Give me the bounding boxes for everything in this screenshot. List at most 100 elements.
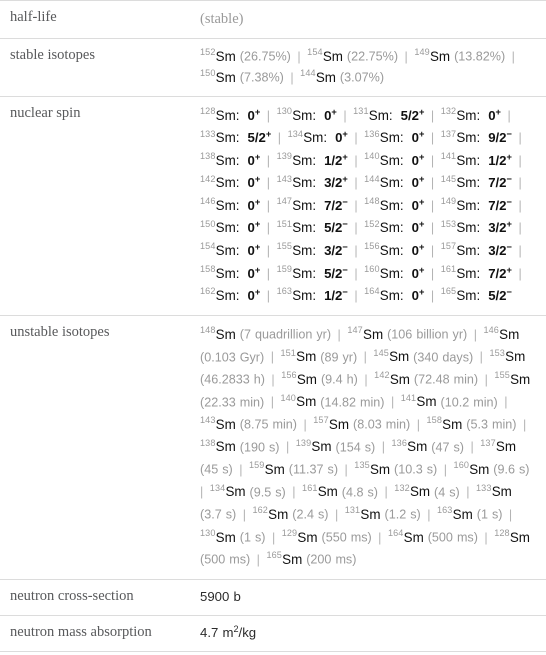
unstable-isotope-item: 138Sm (190 s) [200,438,280,455]
isotope-mass-number: 132 [394,482,410,493]
spin-value: 5/2− [324,219,348,235]
isotope-separator: | [374,530,386,545]
isotope-symbol-group: 155Sm [494,370,530,387]
isotope-symbol-group: 156Sm: [364,241,404,258]
spin-number: 0 [411,197,419,213]
isotope-symbol-group: 151Sm [280,348,316,365]
isotope-symbol-group: 144Sm [300,68,336,85]
isotope-symbol-group: 150Sm: [200,219,240,236]
isotope-separator: | [514,266,522,281]
isotope-separator: | [266,350,278,365]
unstable-isotope-item: 131Sm (1.2 s) [345,505,421,522]
isotope-detail: (7 quadrillion yr) [235,327,332,342]
unstable-isotope-item: 165Sm (200 ms) [266,550,356,567]
isotope-symbol-group: 138Sm [200,438,236,455]
isotope-separator: | [514,153,522,168]
element-symbol: Sm [292,288,313,304]
isotope-symbol-group: 144Sm: [364,174,404,191]
isotope-symbol-group: 132Sm: [441,106,481,123]
table-row-nuclear-spin: nuclear spin 128Sm: 0+ | 130Sm: 0+ | 131… [0,96,546,316]
neutron-mass-absorption-value: 4.7 m2/kg [200,624,256,640]
isotope-mass-number: 133 [476,482,492,493]
element-symbol: Sm [292,220,313,236]
colon-separator: : [312,265,317,281]
nuclear-spin-item: 163Sm: 1/2− [277,286,348,304]
isotope-symbol-group: 151Sm: [277,219,317,236]
isotope-mass-number: 137 [440,128,457,139]
element-symbol: Sm [505,349,526,365]
isotope-separator: | [426,176,439,191]
isotope-detail: (10.3 s) [390,462,438,477]
isotope-symbol-group: 139Sm [296,438,332,455]
isotope-symbol-group: 164Sm: [364,286,404,303]
spin-number: 0 [247,288,255,304]
isotope-detail: (5.3 min) [462,417,517,432]
isotope-separator: | [350,176,362,191]
isotope-symbol-group: 146Sm: [200,196,240,213]
isotope-detail: (89 yr) [316,350,358,365]
spin-number: 0 [247,242,255,258]
spin-value: 0+ [412,152,425,168]
element-symbol: Sm [456,152,477,168]
isotope-separator: | [252,553,264,568]
nuclear-spin-item: 137Sm: 9/2− [440,128,512,146]
colon-separator: : [312,107,317,123]
isotope-separator: | [262,266,275,281]
isotope-symbol-group: 153Sm: [441,219,481,236]
isotope-mass-number: 159 [276,263,293,274]
isotope-symbol-group: 164Sm [388,528,424,545]
isotope-detail: (22.75%) [342,49,399,64]
element-symbol: Sm [403,529,424,545]
isotope-symbol-group: 145Sm [373,348,409,365]
isotope-symbol-group: 161Sm: [441,264,481,281]
isotope-separator: | [507,49,515,64]
isotope-mass-number: 136 [391,437,407,448]
isotope-separator: | [350,153,362,168]
isotope-separator: | [262,176,275,191]
table-row-stable-isotopes: stable isotopes 152Sm (26.75%) | 154Sm (… [0,38,546,97]
isotope-detail: (190 s) [235,440,280,455]
spin-value: 0+ [248,107,261,123]
element-symbol: Sm [292,175,313,191]
element-symbol: Sm [296,371,317,387]
isotope-detail: (0.103 Gyr) [200,350,265,365]
isotope-mass-number: 134 [209,482,226,493]
isotope-mass-number: 149 [414,47,430,58]
isotope-symbol-group: 137Sm [480,438,516,455]
spin-value: 0+ [248,197,261,213]
isotope-separator: | [462,485,474,500]
isotope-separator: | [426,153,439,168]
isotope-separator: | [514,176,522,191]
isotope-detail: (3.7 s) [200,508,237,522]
isotope-mass-number: 164 [364,286,380,297]
isotope-symbol-group: 153Sm [489,348,526,365]
isotope-symbol-group: 145Sm: [441,174,481,191]
colon-separator: : [476,130,481,146]
colon-separator: : [312,220,317,236]
spin-number: 5/2 [247,130,266,146]
isotope-symbol-group: 129Sm [282,528,318,545]
table-row-neutron-mass-absorption: neutron mass absorption 4.7 m2/kg [0,615,546,652]
element-symbol: Sm [429,48,451,64]
isotope-symbol-group: 128Sm [494,528,530,545]
element-symbol: Sm [416,394,437,410]
isotope-separator: | [293,49,305,64]
spin-value: 5/2− [324,264,348,280]
stable-isotope-item: 154Sm (22.75%) [307,47,399,64]
isotope-separator: | [288,485,300,500]
table-row-neutron-cross-section: neutron cross-section 5900 b [0,579,546,616]
element-symbol: Sm [303,130,324,146]
isotope-separator: | [339,108,351,123]
nuclear-spin-item: 128Sm: 0+ [200,106,261,123]
isotope-mass-number: 138 [200,151,216,162]
element-symbol: Sm [215,175,236,191]
isotope-mass-number: 156 [281,370,297,381]
isotope-detail: (9.6 s) [489,462,530,477]
isotope-separator: | [267,530,280,545]
element-symbol: Sm [456,220,477,236]
element-symbol: Sm [456,288,477,304]
row-value-stable-isotopes: 152Sm (26.75%) | 154Sm (22.75%) | 149Sm … [190,39,546,97]
colon-separator: : [399,175,404,191]
isotope-mass-number: 155 [276,241,293,252]
isotope-separator: | [262,221,275,236]
